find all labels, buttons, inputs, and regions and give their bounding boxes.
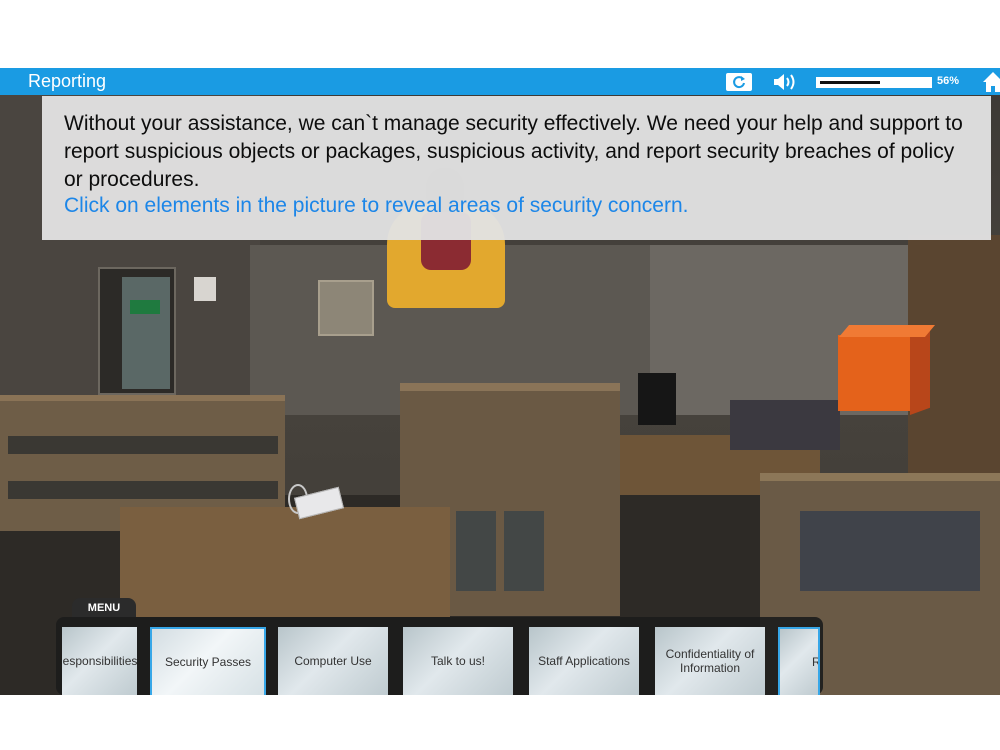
exit-sign xyxy=(130,300,160,314)
binders xyxy=(730,400,840,450)
progress-bar xyxy=(816,77,932,88)
progress-fill xyxy=(820,81,881,84)
top-bar: Reporting 56% xyxy=(0,68,1000,95)
menu-toggle[interactable]: MENU xyxy=(72,598,136,618)
audio-button[interactable] xyxy=(772,71,800,93)
progress-label: 56% xyxy=(937,75,960,87)
instruction-text: Click on elements in the picture to reve… xyxy=(64,194,689,217)
home-button[interactable] xyxy=(982,70,1000,94)
wall-panel xyxy=(194,277,216,301)
home-icon xyxy=(983,72,1000,92)
menu-item-security-passes[interactable]: Security Passes xyxy=(150,627,266,695)
replay-icon xyxy=(733,76,745,89)
info-panel: Without your assistance, we can`t manage… xyxy=(42,96,991,240)
speaker-icon xyxy=(774,74,795,90)
info-text: Without your assistance, we can`t manage… xyxy=(64,112,963,191)
menu-item-responsibilities[interactable]: Responsibilities xyxy=(62,627,137,695)
suspicious-package-hotspot[interactable] xyxy=(838,325,936,415)
page-title: Reporting xyxy=(28,71,107,91)
security-pass-hotspot[interactable] xyxy=(262,484,348,524)
exit-door xyxy=(98,267,176,395)
menu-item-talk-to-us[interactable]: Talk to us! xyxy=(403,627,513,695)
computer-monitor xyxy=(638,373,676,425)
menu-item-next[interactable]: R xyxy=(778,627,820,695)
menu-item-computer-use[interactable]: Computer Use xyxy=(278,627,388,695)
menu-item-confidentiality[interactable]: Confidentiality of Information xyxy=(655,627,765,695)
wall-picture xyxy=(318,280,374,336)
replay-button[interactable] xyxy=(726,73,752,91)
menu-item-staff-applications[interactable]: Staff Applications xyxy=(529,627,639,695)
